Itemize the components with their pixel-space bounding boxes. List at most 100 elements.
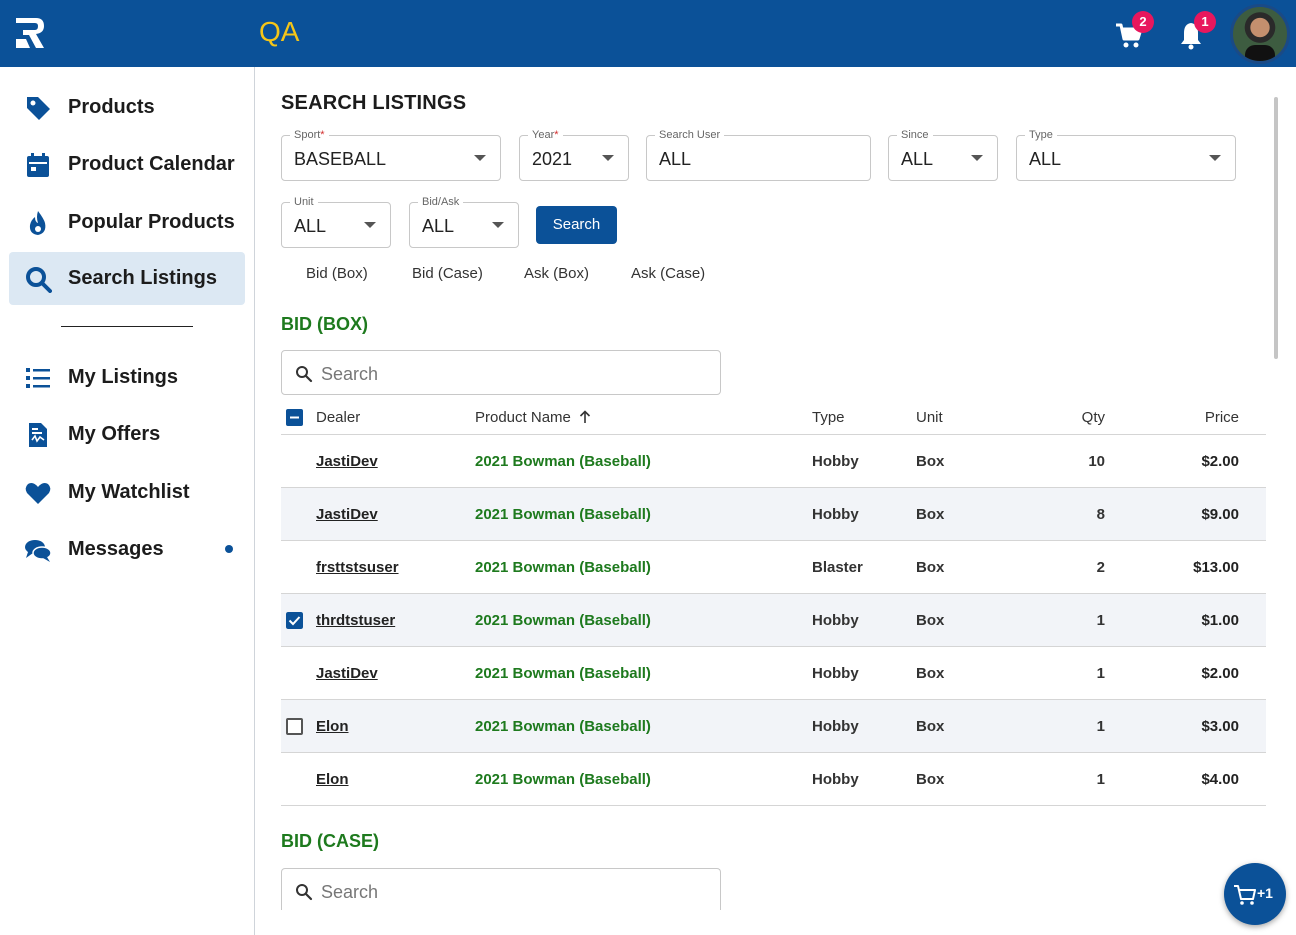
search-icon — [296, 884, 313, 901]
sidebar-item-popular-products[interactable]: Popular Products — [9, 196, 245, 249]
price: $2.00 — [1201, 453, 1239, 470]
product-type: Hobby — [812, 612, 859, 629]
app-logo-icon[interactable] — [14, 16, 46, 50]
sidebar-item-product-calendar[interactable]: Product Calendar — [9, 138, 245, 191]
column-type[interactable]: Type — [812, 409, 845, 426]
dealer-link[interactable]: Elon — [316, 718, 349, 735]
chevron-down-icon — [364, 222, 376, 228]
bid-case-search-input[interactable]: Search — [281, 868, 721, 910]
quantity: 1 — [1096, 612, 1105, 629]
row-checkbox[interactable] — [286, 718, 303, 735]
column-product-name[interactable]: Product Name — [475, 409, 571, 426]
unit-select[interactable]: Unit ALL — [281, 196, 391, 248]
table-row[interactable]: frsttstsuser 2021 Bowman (Baseball) Blaste… — [281, 541, 1266, 594]
price: $9.00 — [1201, 506, 1239, 523]
dealer-link[interactable]: thrdtstuser — [316, 612, 395, 629]
sidebar-item-search-listings[interactable]: Search Listings — [9, 252, 245, 305]
chevron-down-icon — [474, 155, 486, 161]
fab-count: +1 — [1257, 885, 1273, 901]
chat-icon — [24, 536, 52, 564]
type-label: Type — [1025, 129, 1057, 142]
type-value: ALL — [1029, 149, 1062, 169]
price: $1.00 — [1201, 612, 1239, 629]
bid-case-title: BID (CASE) — [281, 831, 379, 851]
sidebar-item-my-listings[interactable]: My Listings — [9, 351, 245, 404]
floating-cart-button[interactable]: +1 — [1224, 863, 1286, 925]
calendar-icon — [24, 151, 52, 179]
tab-ask-case[interactable]: Ask (Case) — [631, 265, 705, 282]
year-select[interactable]: Year* 2021 — [519, 129, 629, 181]
bid-ask-label: Bid/Ask — [418, 196, 464, 209]
chevron-down-icon — [1209, 155, 1221, 161]
search-icon — [296, 366, 313, 383]
product-unit: Box — [916, 718, 945, 735]
row-checkbox-checked[interactable] — [286, 612, 303, 629]
search-button[interactable]: Search — [536, 206, 617, 244]
year-value: 2021 — [532, 149, 573, 169]
product-type: Hobby — [812, 506, 859, 523]
sidebar-item-products[interactable]: Products — [9, 81, 245, 134]
dealer-link[interactable]: JastiDev — [316, 665, 378, 682]
search-user-label: Search User — [655, 129, 725, 142]
table-row[interactable]: JastiDev 2021 Bowman (Baseball) Hobby Box 10… — [281, 435, 1266, 488]
product-type: Hobby — [812, 718, 859, 735]
column-price[interactable]: Price — [1205, 409, 1239, 426]
heart-icon — [24, 479, 52, 507]
year-label: Year — [532, 129, 555, 141]
table-row[interactable]: thrdtstuser 2021 Bowman (Baseball) Hobby Bo… — [281, 594, 1266, 647]
table-row[interactable]: JastiDev 2021 Bowman (Baseball) Hobby Box 1 $… — [281, 647, 1266, 700]
bid-box-search-input[interactable]: Search — [281, 350, 721, 395]
chevron-down-icon — [492, 222, 504, 228]
avatar[interactable] — [1230, 4, 1290, 64]
dealer-link[interactable]: frsttstsuser — [316, 559, 399, 576]
sidebar: Products Product Calendar Popular Produc… — [0, 67, 255, 935]
dealer-link[interactable]: JastiDev — [316, 453, 378, 470]
tab-bid-box[interactable]: Bid (Box) — [306, 265, 368, 282]
tab-bid-case[interactable]: Bid (Case) — [412, 265, 483, 282]
search-user-input[interactable]: Search User ALL — [646, 129, 871, 181]
chevron-down-icon — [971, 155, 983, 161]
type-select[interactable]: Type ALL — [1016, 129, 1236, 181]
column-dealer[interactable]: Dealer — [316, 409, 360, 426]
column-unit[interactable]: Unit — [916, 409, 943, 426]
product-name: 2021 Bowman (Baseball) — [475, 612, 651, 629]
sidebar-item-my-offers[interactable]: My Offers — [9, 408, 245, 461]
product-name: 2021 Bowman (Baseball) — [475, 771, 651, 788]
since-select[interactable]: Since ALL — [888, 129, 998, 181]
quantity: 1 — [1096, 771, 1105, 788]
product-type: Hobby — [812, 453, 859, 470]
product-type: Hobby — [812, 665, 859, 682]
product-type: Hobby — [812, 771, 859, 788]
price: $4.00 — [1201, 771, 1239, 788]
unread-dot — [225, 545, 233, 553]
flame-icon — [24, 209, 52, 237]
column-qty[interactable]: Qty — [1082, 409, 1105, 426]
bid-ask-select[interactable]: Bid/Ask ALL — [409, 196, 519, 248]
sort-ascending-icon[interactable] — [579, 410, 591, 424]
list-icon — [24, 364, 52, 392]
product-unit: Box — [916, 612, 945, 629]
sidebar-item-messages[interactable]: Messages — [9, 523, 245, 576]
dealer-link[interactable]: JastiDev — [316, 506, 378, 523]
chevron-down-icon — [602, 155, 614, 161]
page-title: SEARCH LISTINGS — [281, 92, 467, 114]
dealer-link[interactable]: Elon — [316, 771, 349, 788]
quantity: 8 — [1096, 506, 1105, 523]
table-row[interactable]: JastiDev 2021 Bowman (Baseball) Hobby Box 8 $… — [281, 488, 1266, 541]
sport-select[interactable]: Sport* BASEBALL — [281, 129, 501, 181]
unit-label: Unit — [290, 196, 318, 209]
sport-value: BASEBALL — [294, 149, 387, 169]
product-unit: Box — [916, 506, 945, 523]
cart-count-badge: 2 — [1132, 11, 1154, 33]
scrollbar[interactable] — [1274, 97, 1278, 359]
product-type: Blaster — [812, 559, 863, 576]
sidebar-item-label: Search Listings — [68, 267, 217, 289]
table-row[interactable]: Elon 2021 Bowman (Baseball) Hobby Box 1 $4.00 — [281, 753, 1266, 806]
product-name: 2021 Bowman (Baseball) — [475, 718, 651, 735]
search-user-value: ALL — [659, 149, 692, 169]
select-all-checkbox[interactable] — [286, 409, 303, 426]
table-row[interactable]: Elon 2021 Bowman (Baseball) Hobby Box 1 $3.00 — [281, 700, 1266, 753]
sidebar-item-label: My Watchlist — [68, 481, 190, 503]
sidebar-item-my-watchlist[interactable]: My Watchlist — [9, 466, 245, 519]
tab-ask-box[interactable]: Ask (Box) — [524, 265, 589, 282]
